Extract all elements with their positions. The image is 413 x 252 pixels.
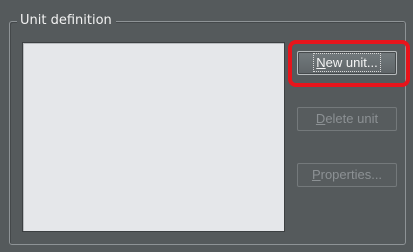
properties-label-rest: roperties... [320, 167, 383, 182]
properties-mnemonic: P [311, 167, 321, 182]
new-unit-mnemonic: N [316, 55, 326, 70]
delete-unit-label-rest: elete unit [325, 111, 379, 126]
unit-definition-title: Unit definition [17, 13, 116, 29]
properties-button[interactable]: Properties... [297, 163, 397, 187]
new-unit-label-rest: ew unit... [325, 55, 378, 70]
new-unit-button[interactable]: New unit... [297, 51, 397, 75]
new-unit-button-label: New unit... [313, 53, 381, 72]
delete-unit-button[interactable]: Delete unit [297, 107, 397, 131]
unit-list[interactable] [22, 42, 285, 232]
delete-unit-mnemonic: D [315, 111, 326, 126]
